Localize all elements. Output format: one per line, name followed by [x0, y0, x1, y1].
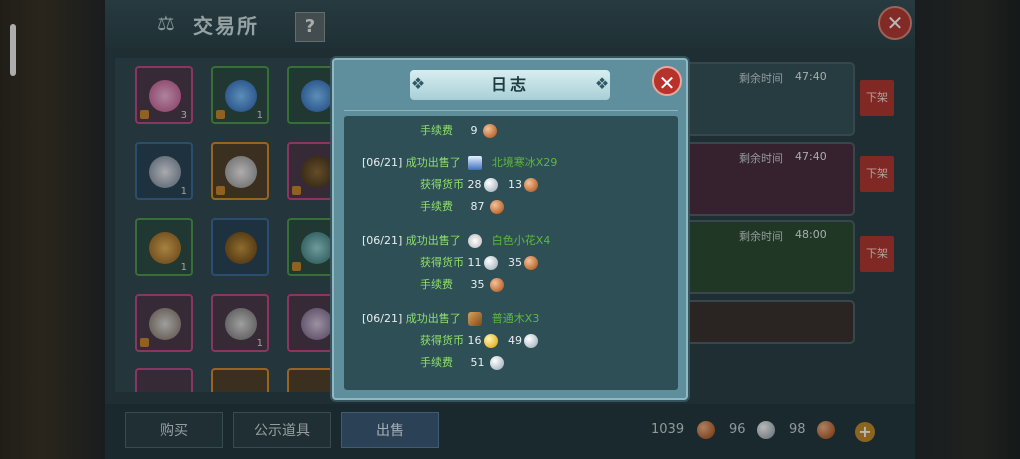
gain-label: 获得货币 — [420, 256, 464, 269]
silver-coin-icon — [483, 256, 498, 270]
gain-copper: 35 — [508, 256, 522, 269]
gain-gold: 16 — [467, 334, 482, 347]
gain-label: 获得货币 — [420, 178, 464, 191]
log-fee-row: 手续费 9 — [420, 122, 497, 140]
copper-coin-icon — [489, 278, 504, 292]
flower-item-icon — [468, 234, 483, 248]
sale-date: [06/21] — [362, 156, 403, 169]
sold-label: 成功出售了 — [405, 312, 461, 325]
copper-coin-icon — [524, 256, 538, 270]
log-sale-row: [06/21] 成功出售了 白色小花X4 — [362, 232, 550, 250]
dialog-title: 日志 — [490, 75, 529, 94]
copper-coin-icon — [489, 200, 504, 214]
log-gain-row: 获得货币 11 35 — [420, 254, 538, 272]
ornament-icon: ❖ — [594, 74, 610, 93]
log-fee-row: 手续费 35 — [420, 276, 504, 294]
sale-date: [06/21] — [362, 312, 403, 325]
fee-value: 35 — [470, 278, 485, 291]
gain-copper: 13 — [508, 178, 522, 191]
wood-item-icon — [468, 312, 483, 326]
sold-label: 成功出售了 — [405, 156, 461, 169]
fee-label: 手续费 — [420, 200, 453, 213]
fee-value: 87 — [470, 200, 485, 213]
close-dialog-button[interactable]: ✕ — [652, 66, 682, 96]
sold-label: 成功出售了 — [405, 234, 461, 247]
sold-item: 普通木X3 — [491, 312, 540, 325]
silver-coin-icon — [483, 178, 498, 192]
log-fee-row: 手续费 51 — [420, 354, 504, 372]
fee-label: 手续费 — [420, 278, 453, 291]
divider — [344, 110, 678, 111]
fee-label: 手续费 — [420, 124, 453, 137]
silver-coin-icon — [489, 356, 504, 370]
fee-label: 手续费 — [420, 356, 453, 369]
ice-item-icon — [468, 156, 483, 170]
gold-coin-icon — [483, 334, 498, 348]
log-list[interactable]: 手续费 9 [06/21] 成功出售了 北境寒冰X29 获得货币 28 13 手… — [344, 116, 678, 390]
silver-coin-icon — [524, 334, 538, 348]
sale-date: [06/21] — [362, 234, 403, 247]
sold-item: 白色小花X4 — [491, 234, 551, 247]
log-gain-row: 获得货币 16 49 — [420, 332, 538, 350]
log-sale-row: [06/21] 成功出售了 北境寒冰X29 — [362, 154, 557, 172]
dialog-header: ❖ 日志 ❖ — [410, 70, 610, 100]
fee-value: 51 — [470, 356, 485, 369]
log-dialog: ❖ 日志 ❖ ✕ 手续费 9 [06/21] 成功出售了 北境寒冰X29 获得货… — [332, 58, 688, 400]
log-fee-row: 手续费 87 — [420, 198, 504, 216]
gain-silver: 49 — [508, 334, 522, 347]
gain-silver: 11 — [467, 256, 482, 269]
log-sale-row: [06/21] 成功出售了 普通木X3 — [362, 310, 539, 328]
copper-coin-icon — [524, 178, 538, 192]
copper-coin-icon — [482, 124, 497, 138]
gain-silver: 28 — [467, 178, 482, 191]
sold-item: 北境寒冰X29 — [491, 156, 558, 169]
log-gain-row: 获得货币 28 13 — [420, 176, 538, 194]
fee-value: 9 — [470, 124, 478, 137]
gain-label: 获得货币 — [420, 334, 464, 347]
